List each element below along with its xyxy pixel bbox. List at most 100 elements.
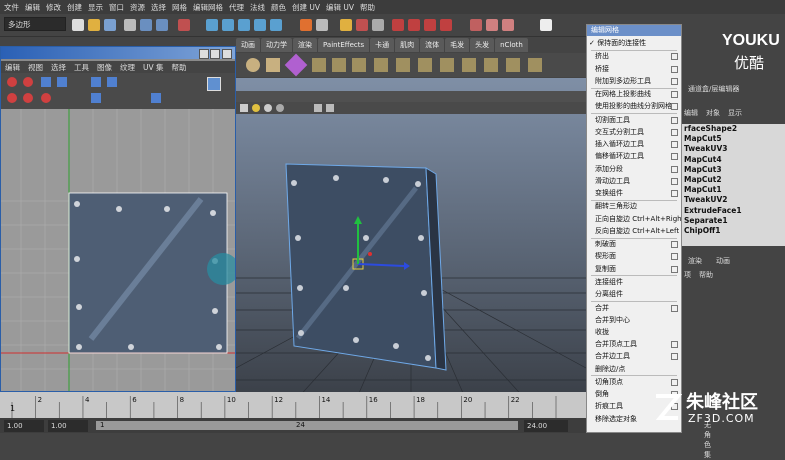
shelf-combine-icon[interactable] [484,58,498,72]
input-output-icon[interactable] [392,19,404,31]
output-line-icon[interactable] [424,19,436,31]
shelf-bevel-icon[interactable] [418,58,432,72]
light-icon[interactable] [252,104,260,112]
history-node-1[interactable]: MapCut5 [682,134,785,144]
shelf-smooth-icon[interactable] [462,58,476,72]
channel-tab-0[interactable]: 编辑 [684,108,698,118]
uv-menu-item-1[interactable]: 视图 [28,62,43,73]
edit-mesh-item-10[interactable]: 添加分段 [587,163,681,176]
save-scene-icon[interactable] [104,19,116,31]
select-by-object-icon[interactable] [140,19,152,31]
menu-item-5[interactable]: 窗口 [109,2,124,13]
shelf-bridge-icon[interactable] [352,58,366,72]
maximize-icon[interactable] [210,49,220,59]
menu-item-13[interactable]: 创建 UV [292,2,320,13]
option-box-icon[interactable] [671,103,678,111]
construction-history-icon[interactable] [316,19,328,31]
shelf-tab-9[interactable]: nCloth [495,38,528,52]
edit-mesh-item-23[interactable]: 收拢 [587,326,681,339]
option-box-icon[interactable] [671,65,678,73]
shelf-append-icon[interactable] [374,58,388,72]
shelf-split-icon[interactable] [396,58,410,72]
edit-mesh-item-7[interactable]: 交互式分割工具 [587,126,681,139]
uv-move-icon[interactable] [41,93,51,103]
mode-selector[interactable]: 多边形 [4,17,66,31]
channel-box-icon[interactable] [502,19,514,31]
edit-mesh-item-8[interactable]: 插入循环边工具 [587,138,681,151]
edit-mesh-item-17[interactable]: 楔形面 [587,250,681,263]
history-node-10[interactable]: ChipOff1 [682,226,785,236]
shelf-tab-6[interactable]: 流体 [420,38,445,52]
history-node-2[interactable]: TweakUV3 [682,144,785,154]
option-box-icon[interactable] [671,116,678,124]
history-icon[interactable] [300,19,312,31]
edit-mesh-item-25[interactable]: 合并边工具 [587,350,681,363]
playback-start-field[interactable]: 1.00 [48,419,88,432]
history-node-8[interactable]: ExtrudeFace1 [682,206,785,216]
edit-mesh-item-15[interactable]: 反向自旋边 Ctrl+Alt+Left [587,225,681,238]
ipr-render-icon[interactable] [356,19,368,31]
edit-mesh-item-21[interactable]: 合并 [587,302,681,315]
edit-mesh-item-9[interactable]: 偏移循环边工具 [587,150,681,163]
option-box-icon[interactable] [671,379,678,386]
edit-mesh-item-14[interactable]: 正向自旋边 Ctrl+Alt+Right [587,213,681,226]
channel-tab-1[interactable]: 对象 [706,108,720,118]
option-box-icon[interactable] [671,91,678,99]
select-by-component-icon[interactable] [156,19,168,31]
uv-window-titlebar[interactable] [1,47,235,59]
menu-item-12[interactable]: 颜色 [271,2,286,13]
history-node-0[interactable]: rfaceShape2 [682,124,785,134]
option-box-icon[interactable] [671,341,678,349]
edit-mesh-item-0[interactable]: ✓ 保持面的连接性 [587,37,681,50]
shelf-tab-8[interactable]: 头发 [470,38,495,52]
history-node-7[interactable]: TweakUV2 [682,195,785,205]
snap-point-icon[interactable] [238,19,250,31]
option-box-icon[interactable] [671,253,678,261]
shelf-extrude-icon[interactable] [332,58,346,72]
edit-mesh-item-5[interactable]: 使用投影的曲线分割网格 [587,100,681,113]
menu-item-2[interactable]: 修改 [46,2,61,13]
uv-flip-v-icon[interactable] [57,77,67,87]
edit-mesh-item-19[interactable]: 连接组件 [587,276,681,289]
shelf-plane-icon[interactable] [312,58,326,72]
shelf-cube-icon[interactable] [266,58,280,72]
texture-icon[interactable] [276,104,284,112]
menu-item-3[interactable]: 创建 [67,2,82,13]
menu-item-7[interactable]: 选择 [151,2,166,13]
edit-mesh-item-26[interactable]: 删除边/点 [587,363,681,376]
camera-icon[interactable] [240,104,248,112]
menu-item-1[interactable]: 编辑 [25,2,40,13]
open-scene-icon[interactable] [88,19,100,31]
uv-select-shell-icon[interactable] [23,93,33,103]
layer-menu-item-1[interactable]: 帮助 [699,270,713,280]
uv-menu-item-3[interactable]: 工具 [74,62,89,73]
edit-mesh-item-27[interactable]: 切角顶点 [587,376,681,389]
history-node-5[interactable]: MapCut2 [682,175,785,185]
edit-mesh-item-4[interactable]: 在网格上投影曲线 [587,88,681,101]
snap-surface-icon[interactable] [270,19,282,31]
shelf-prism-icon[interactable] [284,53,308,77]
uv-menu-item-4[interactable]: 图像 [97,62,112,73]
minimize-icon[interactable] [199,49,209,59]
edit-mesh-item-18[interactable]: 复制面 [587,263,681,276]
shelf-tab-2[interactable]: 渲染 [293,38,317,52]
menu-item-14[interactable]: 编辑 UV [326,2,354,13]
menu-item-8[interactable]: 网格 [172,2,187,13]
uv-rotate-icon[interactable] [91,77,101,87]
uv-menu-item-5[interactable]: 纹理 [120,62,135,73]
edit-mesh-item-16[interactable]: 刺破面 [587,238,681,251]
option-box-icon[interactable] [671,177,678,185]
shelf-tab-5[interactable]: 肌肉 [395,38,420,52]
shading-icon[interactable] [264,104,272,112]
uv-cut-icon[interactable] [107,77,117,87]
shelf-tab-3[interactable]: PaintEffects [318,38,370,52]
render-settings-icon[interactable] [372,19,384,31]
edit-mesh-item-22[interactable]: 合并到中心 [587,314,681,327]
time-slider[interactable]: 2 4 6 8 10 12 14 16 18 20 22 1 [0,392,586,418]
uv-snapshot-icon[interactable] [7,93,17,103]
option-box-icon[interactable] [671,241,678,249]
edit-mesh-item-2[interactable]: 桥接 [587,63,681,76]
option-box-icon[interactable] [671,129,678,136]
snap-curve-icon[interactable] [222,19,234,31]
option-box-icon[interactable] [671,165,678,173]
